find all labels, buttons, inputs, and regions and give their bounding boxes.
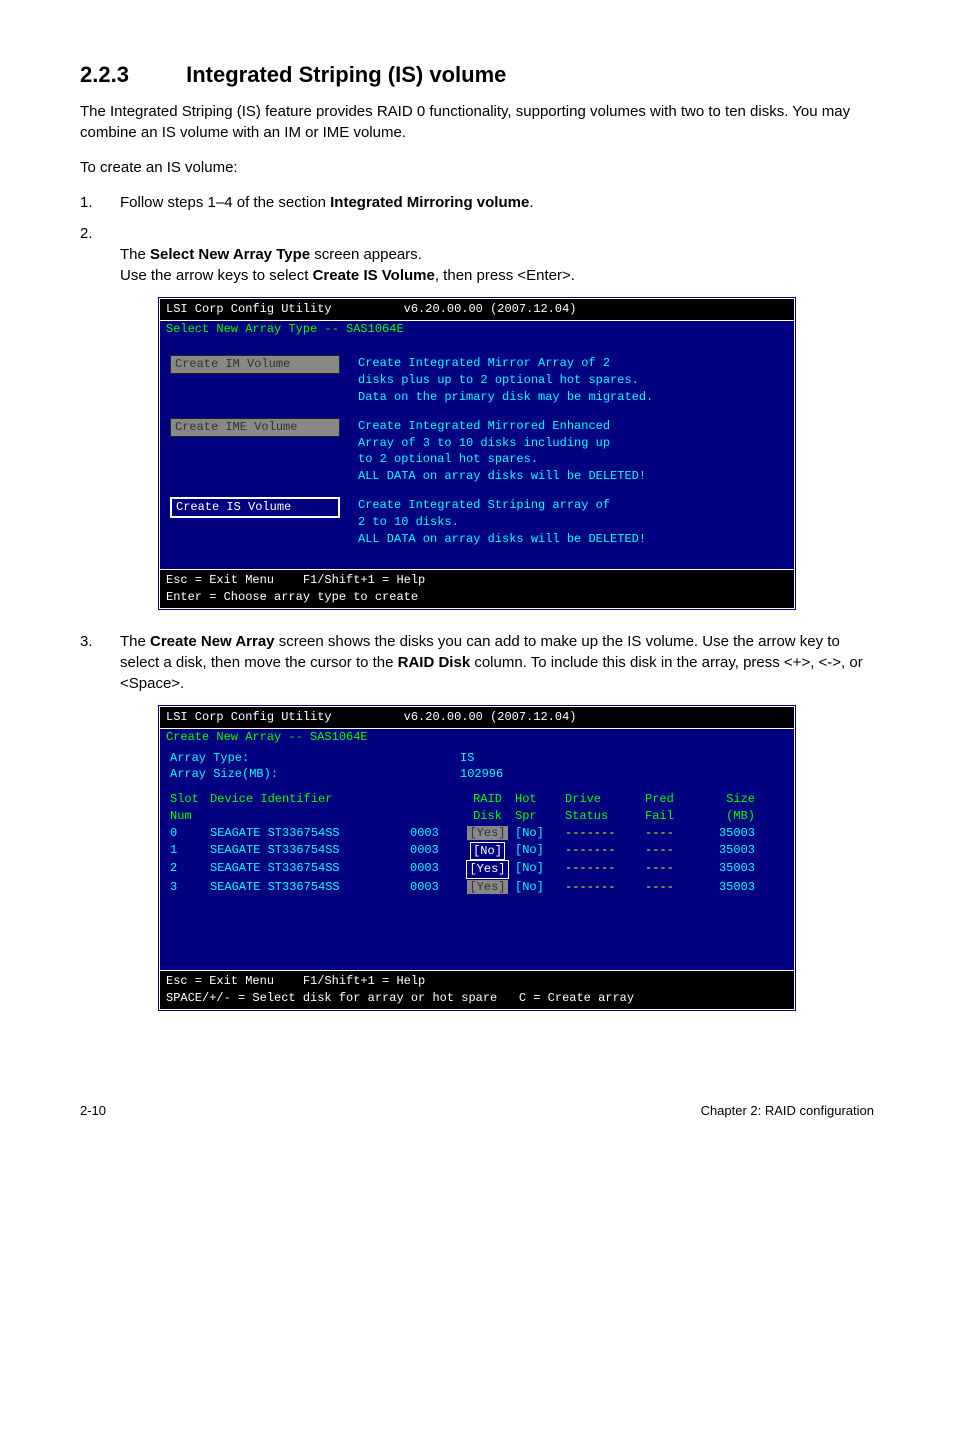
raid-disk-cell[interactable]: [No]: [470, 842, 505, 861]
option-label-selected[interactable]: Create IS Volume: [170, 497, 340, 518]
chapter-label: Chapter 2: RAID configuration: [701, 1102, 874, 1120]
page-footer: 2-10 Chapter 2: RAID configuration: [80, 1102, 874, 1120]
table-header-row1: Slot Device Identifier RAID Hot Drive Pr…: [170, 791, 784, 808]
section-title: Integrated Striping (IS) volume: [186, 62, 506, 87]
step-number: 3.: [80, 631, 120, 694]
option-create-ime[interactable]: Create IME Volume Create Integrated Mirr…: [170, 418, 784, 485]
table-header-row2: Num Disk Spr Status Fail (MB): [170, 808, 784, 825]
bios-title: LSI Corp Config Utility: [166, 710, 332, 724]
array-info: Array Type: IS Array Size(MB): 102996: [160, 746, 794, 788]
option-create-is[interactable]: Create IS Volume Create Integrated Strip…: [170, 497, 784, 547]
step-text: The Create New Array screen shows the di…: [120, 631, 874, 694]
step-text: Follow steps 1–4 of the section Integrat…: [120, 192, 874, 213]
option-desc: Create Integrated Striping array of 2 to…: [358, 497, 784, 547]
bios-subheader: Create New Array -- SAS1064E: [160, 729, 794, 746]
option-create-im[interactable]: Create IM Volume Create Integrated Mirro…: [170, 355, 784, 405]
bios-create-new-array: LSI Corp Config Utility v6.20.00.00 (200…: [157, 704, 797, 1012]
bios-footer: Esc = Exit Menu F1/Shift+1 = Help SPACE/…: [160, 970, 794, 1009]
steps-list: 1. Follow steps 1–4 of the section Integ…: [80, 192, 874, 286]
raid-disk-cell[interactable]: [Yes]: [467, 880, 507, 894]
table-row[interactable]: 1 SEAGATE ST336754SS 0003 [No] [No] ----…: [170, 842, 784, 861]
array-type-value: IS: [460, 750, 474, 767]
bios-version: v6.20.00.00 (2007.12.04): [404, 710, 577, 724]
bios-footer: Esc = Exit Menu F1/Shift+1 = Help Enter …: [160, 569, 794, 608]
step-number: 1.: [80, 192, 120, 213]
option-desc: Create Integrated Mirrored Enhanced Arra…: [358, 418, 784, 485]
section-number: 2.2.3: [80, 60, 180, 91]
steps-list-cont: 3. The Create New Array screen shows the…: [80, 631, 874, 694]
page-number: 2-10: [80, 1102, 106, 1120]
array-size-label: Array Size(MB):: [170, 766, 460, 783]
step-2: 2. The Select New Array Type screen appe…: [80, 223, 874, 286]
array-size-value: 102996: [460, 766, 503, 783]
bios-select-array-type: LSI Corp Config Utility v6.20.00.00 (200…: [157, 296, 797, 611]
bios-version: v6.20.00.00 (2007.12.04): [404, 302, 577, 316]
table-row[interactable]: 0 SEAGATE ST336754SS 0003 [Yes] [No] ---…: [170, 825, 784, 842]
disk-table: Slot Device Identifier RAID Hot Drive Pr…: [160, 787, 794, 970]
table-row[interactable]: 3 SEAGATE ST336754SS 0003 [Yes] [No] ---…: [170, 879, 784, 896]
array-type-label: Array Type:: [170, 750, 460, 767]
table-row[interactable]: 2 SEAGATE ST336754SS 0003 [Yes] [No] ---…: [170, 860, 784, 879]
bios-header: LSI Corp Config Utility v6.20.00.00 (200…: [160, 299, 794, 321]
lead-line: To create an IS volume:: [80, 157, 874, 178]
step-number: 2.: [80, 223, 120, 286]
intro-paragraph: The Integrated Striping (IS) feature pro…: [80, 101, 874, 143]
bios-header: LSI Corp Config Utility v6.20.00.00 (200…: [160, 707, 794, 729]
step-1: 1. Follow steps 1–4 of the section Integ…: [80, 192, 874, 213]
raid-disk-cell[interactable]: [Yes]: [467, 826, 507, 840]
option-label[interactable]: Create IME Volume: [170, 418, 340, 437]
bios-title: LSI Corp Config Utility: [166, 302, 332, 316]
bios-subheader: Select New Array Type -- SAS1064E: [160, 321, 794, 338]
option-label[interactable]: Create IM Volume: [170, 355, 340, 374]
raid-disk-cell[interactable]: [Yes]: [466, 860, 508, 879]
option-desc: Create Integrated Mirror Array of 2 disk…: [358, 355, 784, 405]
step-3: 3. The Create New Array screen shows the…: [80, 631, 874, 694]
section-heading: 2.2.3 Integrated Striping (IS) volume: [80, 60, 874, 91]
step-text: The Select New Array Type screen appears…: [120, 223, 874, 286]
